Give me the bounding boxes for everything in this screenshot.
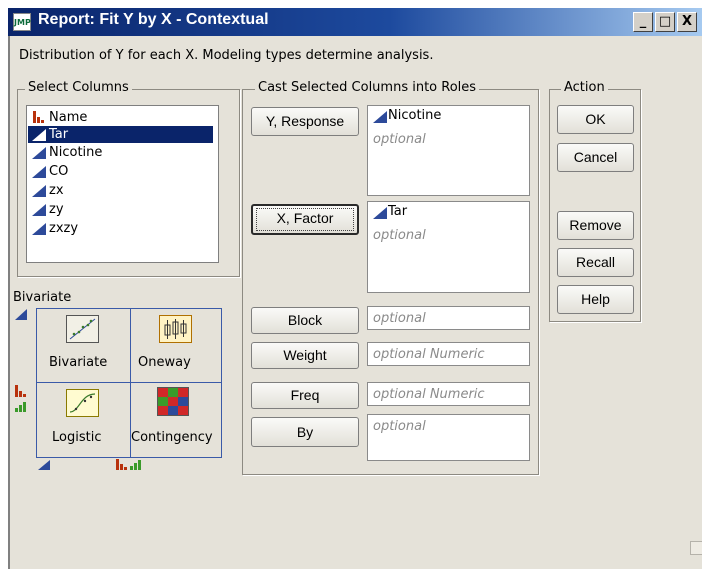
ok-button[interactable]: OK	[557, 105, 634, 134]
nominal-x-icon	[116, 459, 128, 470]
oneway-icon	[159, 315, 192, 343]
block-button[interactable]: Block	[251, 307, 359, 334]
freq-placeholder: optional Numeric	[373, 387, 485, 402]
column-item-nicotine[interactable]: Nicotine	[28, 144, 213, 161]
resize-grip[interactable]	[690, 541, 702, 555]
continuous-x-icon	[38, 460, 50, 470]
recall-button[interactable]: Recall	[557, 248, 634, 277]
ordinal-x-icon	[130, 460, 142, 470]
remove-button[interactable]: Remove	[557, 211, 634, 240]
y-response-value: Nicotine	[373, 108, 441, 123]
logistic-icon	[66, 389, 99, 417]
analysis-palette: Bivariate Oneway Logistic Contingency	[36, 308, 222, 458]
y-response-button[interactable]: Y, Response	[251, 107, 359, 136]
cast-roles-title: Cast Selected Columns into Roles	[255, 80, 480, 95]
columns-listbox[interactable]: Name Tar Nicotine CO zx zy zxzy	[26, 105, 219, 263]
nominal-icon	[33, 111, 46, 123]
freq-button[interactable]: Freq	[251, 382, 359, 409]
continuous-icon	[32, 166, 46, 178]
x-factor-box[interactable]: Tar optional	[367, 201, 530, 293]
y-response-box[interactable]: Nicotine optional	[367, 105, 530, 196]
window-title: Report: Fit Y by X - Contextual	[38, 11, 269, 28]
action-title: Action	[561, 80, 608, 95]
maximize-button[interactable]: □	[655, 12, 675, 32]
logistic-cell[interactable]: Logistic	[37, 383, 130, 457]
contingency-icon	[157, 387, 189, 416]
weight-box[interactable]: optional Numeric	[367, 342, 530, 366]
continuous-icon	[32, 204, 46, 216]
continuous-icon	[373, 111, 387, 123]
column-item-zx[interactable]: zx	[28, 182, 213, 199]
continuous-icon	[32, 129, 46, 141]
nominal-y-icon	[15, 385, 27, 397]
y-response-placeholder: optional	[373, 132, 426, 147]
x-factor-button[interactable]: X, Factor	[251, 204, 359, 235]
continuous-y-icon	[15, 309, 27, 320]
continuous-icon	[32, 223, 46, 235]
window-title-bar[interactable]: JMP Report: Fit Y by X - Contextual _ □ …	[8, 8, 702, 36]
x-factor-value: Tar	[373, 204, 407, 219]
contingency-cell[interactable]: Contingency	[131, 383, 222, 457]
by-placeholder: optional	[373, 419, 426, 434]
continuous-icon	[373, 207, 387, 219]
palette-title: Bivariate	[13, 290, 72, 305]
ordinal-y-icon	[15, 402, 27, 412]
select-columns-title: Select Columns	[25, 80, 132, 95]
help-button[interactable]: Help	[557, 285, 634, 314]
minimize-button[interactable]: _	[633, 12, 653, 32]
close-button[interactable]: X	[677, 12, 697, 32]
freq-box[interactable]: optional Numeric	[367, 382, 530, 406]
block-placeholder: optional	[373, 311, 426, 326]
x-factor-placeholder: optional	[373, 228, 426, 243]
oneway-cell[interactable]: Oneway	[131, 309, 222, 382]
dialog-body: Distribution of Y for each X. Modeling t…	[8, 36, 702, 569]
dialog-description: Distribution of Y for each X. Modeling t…	[19, 48, 434, 63]
continuous-icon	[32, 185, 46, 197]
column-item-zxzy[interactable]: zxzy	[28, 220, 213, 237]
by-button[interactable]: By	[251, 417, 359, 447]
column-item-name[interactable]: Name	[28, 109, 213, 126]
by-box[interactable]: optional	[367, 414, 530, 461]
jmp-app-icon: JMP	[13, 13, 31, 31]
bivariate-icon	[66, 315, 99, 343]
column-item-zy[interactable]: zy	[28, 201, 213, 218]
continuous-icon	[32, 147, 46, 159]
cancel-button[interactable]: Cancel	[557, 143, 634, 172]
column-item-co[interactable]: CO	[28, 163, 213, 180]
bivariate-cell[interactable]: Bivariate	[37, 309, 130, 382]
weight-placeholder: optional Numeric	[373, 347, 485, 362]
column-item-tar[interactable]: Tar	[28, 126, 213, 143]
block-box[interactable]: optional	[367, 306, 530, 330]
focus-rect	[256, 208, 354, 231]
weight-button[interactable]: Weight	[251, 342, 359, 369]
